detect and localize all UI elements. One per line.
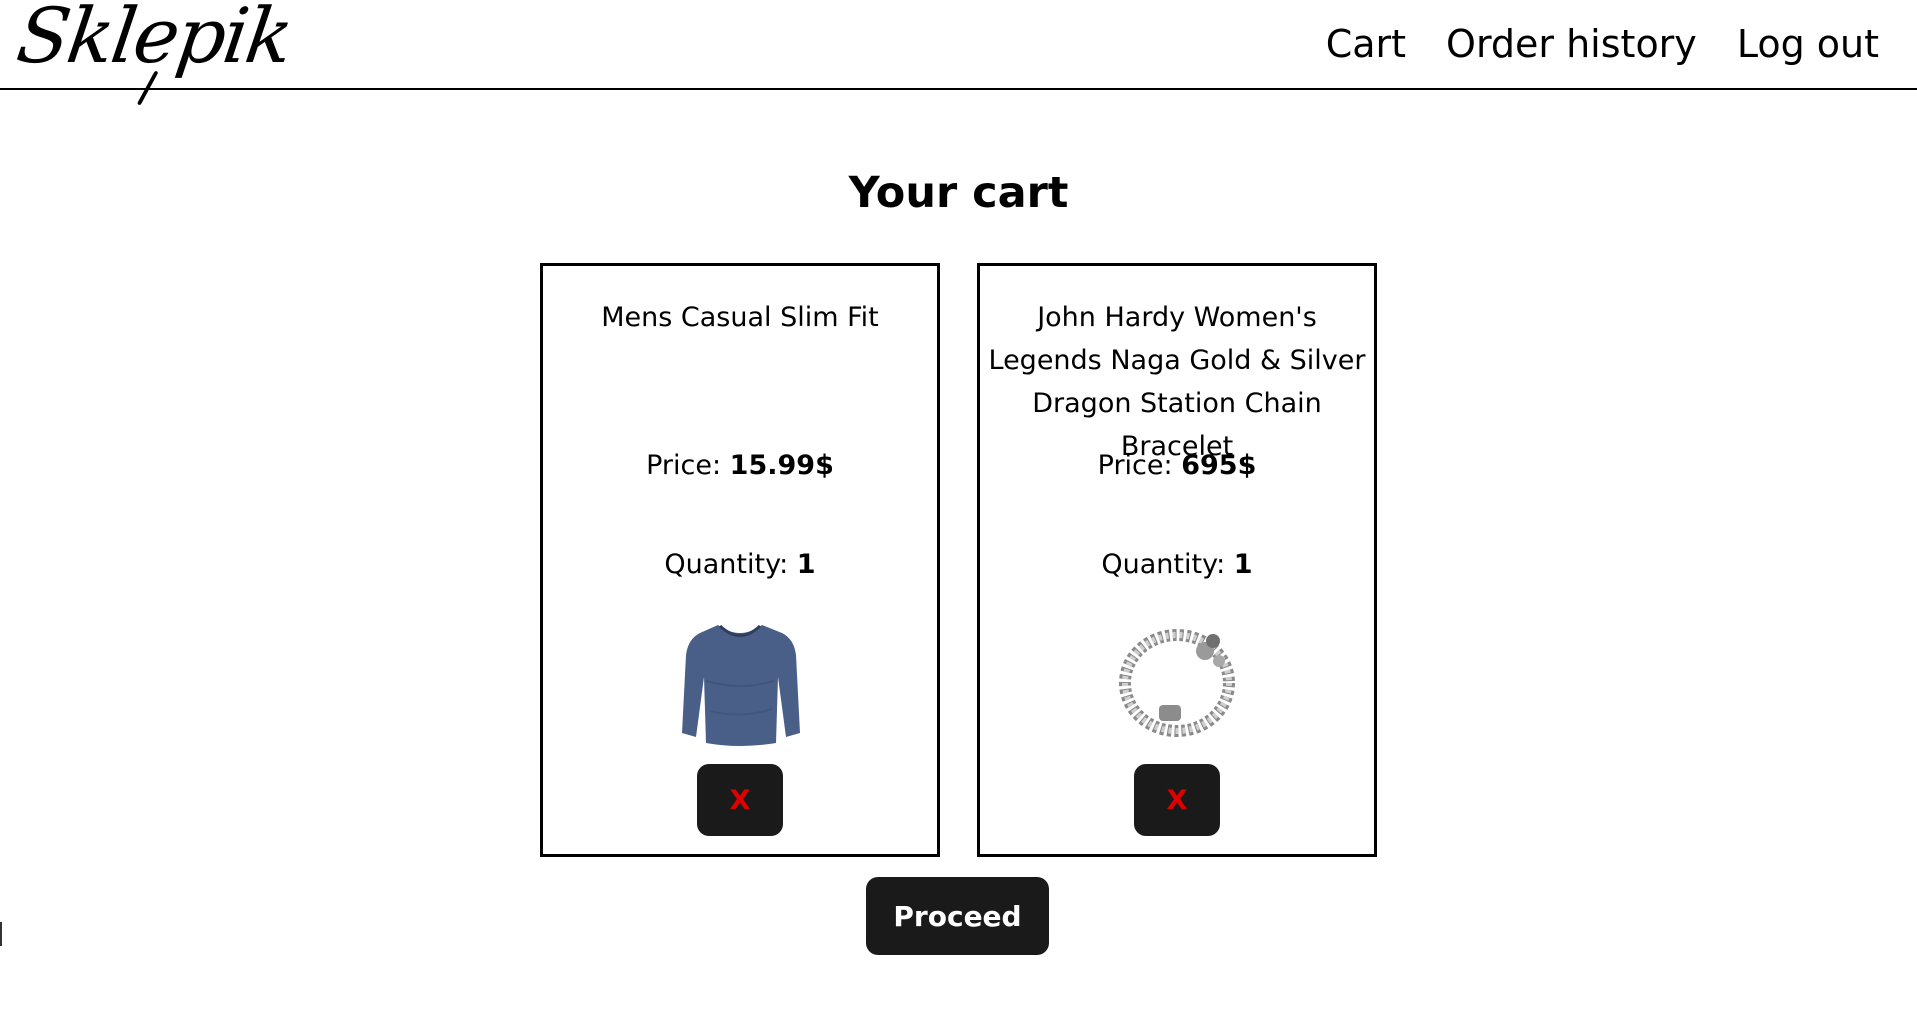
nav-logout-link[interactable]: Log out — [1737, 22, 1879, 66]
nav-order-history-link[interactable]: Order history — [1446, 22, 1697, 66]
remove-item-button[interactable]: X — [697, 764, 783, 836]
edge-artifact — [0, 922, 6, 946]
quantity-label: Quantity: — [1101, 549, 1226, 580]
product-quantity: Quantity: 1 — [543, 549, 937, 580]
product-price: Price: 695$ — [980, 450, 1374, 481]
product-price: Price: 15.99$ — [543, 450, 937, 481]
page-title: Your cart — [848, 168, 1069, 218]
cart-items: Mens Casual Slim Fit Price: 15.99$ Quant… — [540, 263, 1377, 857]
cart-item-card: Mens Casual Slim Fit Price: 15.99$ Quant… — [540, 263, 940, 857]
proceed-button[interactable]: Proceed — [866, 877, 1049, 955]
price-label: Price: — [1097, 450, 1173, 481]
product-image-shirt — [682, 624, 800, 746]
site-logo[interactable]: Sklepik — [12, 0, 297, 106]
product-name: John Hardy Women's Legends Naga Gold & S… — [988, 302, 1366, 462]
nav-cart-link[interactable]: Cart — [1326, 22, 1406, 66]
logo-text: Sklepik — [11, 0, 297, 80]
product-name: Mens Casual Slim Fit — [601, 302, 879, 333]
remove-item-button[interactable]: X — [1134, 764, 1220, 836]
price-value: 695$ — [1181, 450, 1257, 481]
product-quantity: Quantity: 1 — [980, 549, 1374, 580]
price-label: Price: — [646, 450, 722, 481]
price-value: 15.99$ — [729, 450, 834, 481]
quantity-label: Quantity: — [664, 549, 789, 580]
product-image-bracelet — [1119, 629, 1235, 737]
site-header: Sklepik Cart Order history Log out — [0, 0, 1917, 106]
quantity-value: 1 — [796, 549, 816, 580]
quantity-value: 1 — [1233, 549, 1253, 580]
main-nav: Cart Order history Log out — [1326, 22, 1879, 66]
cart-item-card: John Hardy Women's Legends Naga Gold & S… — [977, 263, 1377, 857]
